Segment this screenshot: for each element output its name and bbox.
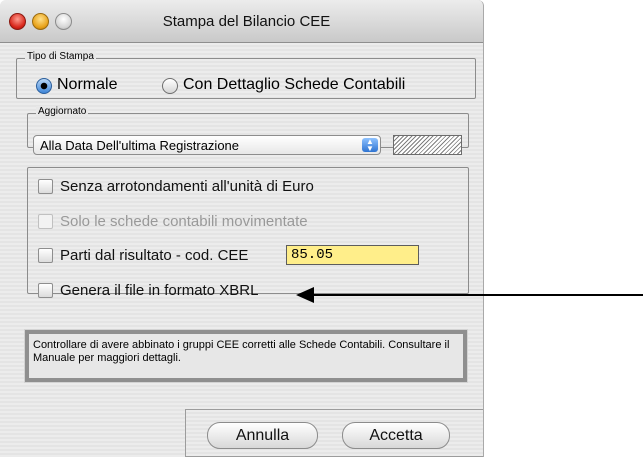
pointer-arrow-icon: [296, 287, 643, 303]
